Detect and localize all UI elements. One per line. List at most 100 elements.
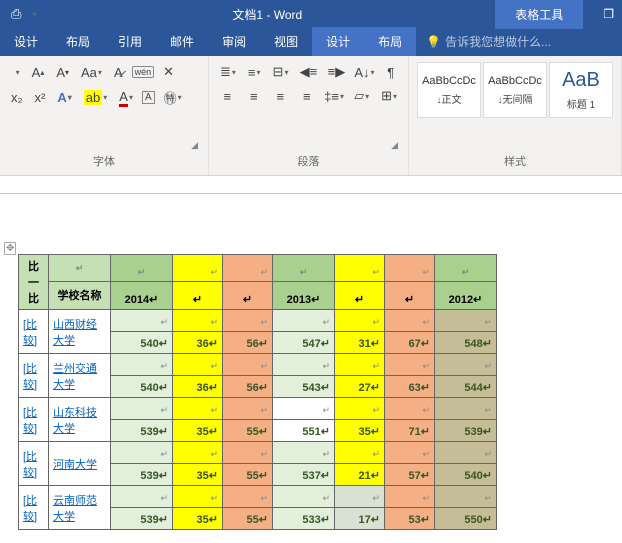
compare-link[interactable]: [比较] (19, 398, 49, 442)
cell-top[interactable]: ↵ (385, 310, 435, 332)
cell-top[interactable]: ↵ (111, 398, 173, 420)
preview-icon[interactable]: ⎙ (8, 4, 24, 24)
cell-top[interactable]: ↵ (223, 310, 273, 332)
data-cell[interactable]: 36↵ (173, 332, 223, 354)
horizontal-ruler[interactable] (0, 176, 622, 194)
cell-top[interactable]: ↵ (111, 486, 173, 508)
data-cell[interactable]: 540↵ (111, 376, 173, 398)
shrink-font-icon[interactable]: A▾ (53, 63, 72, 82)
subscript-button[interactable]: x₂ (8, 88, 26, 107)
align-left-icon[interactable]: ≡ (217, 87, 238, 106)
data-cell[interactable]: 17↵ (335, 508, 385, 530)
data-cell[interactable]: 35↵ (173, 464, 223, 486)
increase-indent-icon[interactable]: ≡▶ (325, 62, 347, 82)
cell-top[interactable]: ↵ (385, 354, 435, 376)
justify-icon[interactable]: ≡ (297, 87, 318, 106)
style-item[interactable]: AaBbCcDc↓正文 (417, 62, 481, 118)
header-spacer[interactable]: ↵ (223, 255, 273, 282)
compare-link[interactable]: [比较] (19, 354, 49, 398)
enclose-char-icon[interactable]: ㊕ (161, 86, 185, 109)
data-cell[interactable]: 27↵ (335, 376, 385, 398)
data-cell[interactable]: 71↵ (385, 420, 435, 442)
data-cell[interactable]: 31↵ (335, 332, 385, 354)
phonetic-guide-button[interactable]: wén (132, 66, 155, 78)
data-cell[interactable]: 537↵ (273, 464, 335, 486)
data-cell[interactable]: 539↵ (111, 464, 173, 486)
style-item[interactable]: AaBbCcDc↓无间隔 (483, 62, 547, 118)
cell-top[interactable]: ↵ (111, 354, 173, 376)
cell-top[interactable]: ↵ (173, 486, 223, 508)
font-dialog-launcher[interactable]: ◢ (8, 140, 200, 151)
column-header[interactable]: 2012↵ (435, 281, 497, 309)
bullets-icon[interactable]: ≣ (217, 62, 239, 82)
cell-top[interactable]: ↵ (435, 354, 497, 376)
school-name[interactable]: 河南大学 (49, 442, 111, 486)
clear-format-icon[interactable]: A̷ (111, 63, 126, 82)
cell-top[interactable]: ↵ (273, 354, 335, 376)
cell-top[interactable]: ↵ (273, 398, 335, 420)
cell-top[interactable]: ↵ (435, 398, 497, 420)
header-spacer[interactable]: ↵ (273, 255, 335, 282)
data-cell[interactable]: 67↵ (385, 332, 435, 354)
data-table[interactable]: 比一比↵↵↵↵↵↵↵↵学校名称2014↵↵↵2013↵↵↵2012↵[比较]山西… (18, 254, 497, 530)
cell-top[interactable]: ↵ (335, 486, 385, 508)
header-spacer[interactable]: ↵ (111, 255, 173, 282)
window-restore-icon[interactable]: ❐ (603, 7, 614, 21)
header-spacer[interactable]: ↵ (385, 255, 435, 282)
decrease-indent-icon[interactable]: ◀≡ (297, 62, 319, 82)
char-shading-icon[interactable]: A (142, 91, 155, 104)
column-header[interactable]: 学校名称 (49, 281, 111, 309)
tab-review[interactable]: 审阅 (208, 27, 260, 56)
cell-top[interactable]: ↵ (385, 398, 435, 420)
data-cell[interactable]: 21↵ (335, 464, 385, 486)
compare-link[interactable]: [比较] (19, 442, 49, 486)
column-header[interactable]: 2013↵ (273, 281, 335, 309)
cell-top[interactable]: ↵ (335, 310, 385, 332)
shading-icon[interactable]: ▱ (351, 86, 372, 106)
data-cell[interactable]: 540↵ (435, 464, 497, 486)
font-color-icon[interactable]: A (116, 87, 136, 109)
sort-icon[interactable]: A↓ (353, 63, 375, 82)
cell-top[interactable]: ↵ (385, 442, 435, 464)
tab-design[interactable]: 设计 (0, 27, 52, 56)
cell-top[interactable]: ↵ (223, 486, 273, 508)
tab-mailings[interactable]: 邮件 (156, 27, 208, 56)
align-center-icon[interactable]: ≡ (244, 87, 265, 106)
cell-top[interactable]: ↵ (223, 354, 273, 376)
multilevel-icon[interactable]: ⊟ (270, 62, 292, 82)
document-area[interactable]: ✥ 比一比↵↵↵↵↵↵↵↵学校名称2014↵↵↵2013↵↵↵2012↵[比较]… (0, 194, 622, 530)
cell-top[interactable]: ↵ (435, 486, 497, 508)
cell-top[interactable]: ↵ (273, 486, 335, 508)
data-cell[interactable]: 539↵ (435, 420, 497, 442)
data-cell[interactable]: 56↵ (223, 332, 273, 354)
data-cell[interactable]: 57↵ (385, 464, 435, 486)
cell-top[interactable]: ↵ (111, 442, 173, 464)
paragraph-dialog-launcher[interactable]: ◢ (217, 140, 400, 151)
superscript-button[interactable]: x² (32, 88, 49, 107)
cell-top[interactable]: ↵ (335, 354, 385, 376)
styles-gallery[interactable]: AaBbCcDc↓正文AaBbCcDc↓无间隔AaB标题 1 (417, 62, 613, 118)
grow-font-icon[interactable]: A▴ (29, 63, 48, 82)
highlight-icon[interactable]: ab (81, 88, 110, 107)
tab-tt-layout[interactable]: 布局 (364, 27, 416, 56)
tab-layout[interactable]: 布局 (52, 27, 104, 56)
column-header[interactable]: ↵ (335, 281, 385, 309)
school-name[interactable]: 云南师范大学 (49, 486, 111, 530)
header-spacer[interactable]: ↵ (49, 255, 111, 282)
cell-top[interactable]: ↵ (435, 310, 497, 332)
data-cell[interactable]: 548↵ (435, 332, 497, 354)
column-header[interactable]: ↵ (223, 281, 273, 309)
cell-top[interactable]: ↵ (273, 442, 335, 464)
borders-icon[interactable]: ⊞ (378, 86, 400, 106)
data-cell[interactable]: 539↵ (111, 508, 173, 530)
data-cell[interactable]: 540↵ (111, 332, 173, 354)
data-cell[interactable]: 547↵ (273, 332, 335, 354)
cell-top[interactable]: ↵ (273, 310, 335, 332)
data-cell[interactable]: 55↵ (223, 464, 273, 486)
column-header[interactable]: 2014↵ (111, 281, 173, 309)
school-name[interactable]: 山东科技大学 (49, 398, 111, 442)
tab-tt-design[interactable]: 设计 (312, 27, 364, 56)
cell-top[interactable]: ↵ (335, 442, 385, 464)
cell-top[interactable]: ↵ (223, 442, 273, 464)
header-spacer[interactable]: ↵ (335, 255, 385, 282)
